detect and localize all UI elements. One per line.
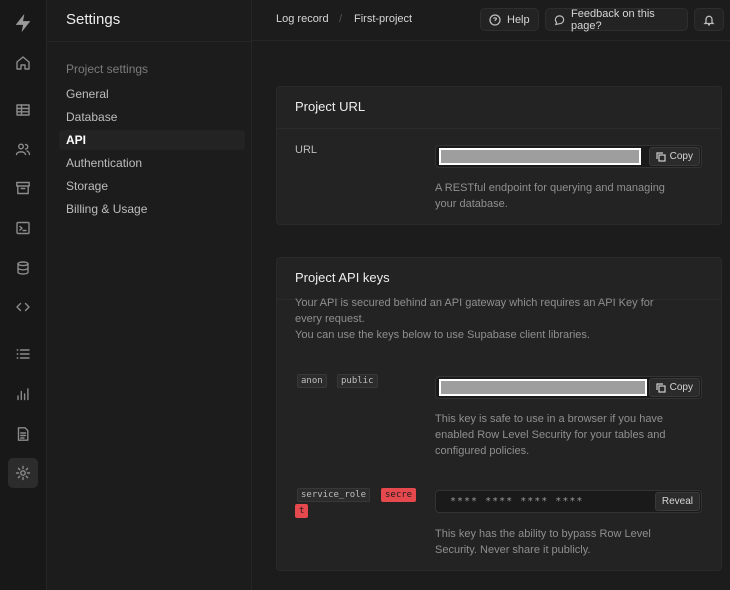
anon-help-line: configured policies. bbox=[435, 445, 530, 457]
service-role-tag: service_role bbox=[297, 488, 371, 502]
breadcrumb-first-project[interactable]: First-project bbox=[354, 13, 412, 25]
users-icon[interactable] bbox=[8, 134, 38, 164]
settings-icon[interactable] bbox=[8, 458, 38, 488]
table-editor-icon[interactable] bbox=[8, 95, 38, 125]
api-keys-heading: Project API keys bbox=[277, 258, 721, 300]
anon-help-line: This key is safe to use in a browser if … bbox=[435, 413, 664, 425]
top-bar: Log record / First-project Help Feedback… bbox=[252, 0, 730, 41]
service-role-help-text: This key has the ability to bypass Row L… bbox=[435, 526, 651, 558]
menu-item-authentication[interactable]: Authentication bbox=[66, 153, 245, 173]
logo-icon[interactable] bbox=[8, 8, 38, 38]
copy-url-button[interactable]: Copy bbox=[648, 147, 700, 166]
api-keys-desc-line: every request. bbox=[295, 313, 365, 325]
notifications-button[interactable] bbox=[694, 8, 724, 31]
menu-item-billing-usage[interactable]: Billing & Usage bbox=[66, 199, 245, 219]
logs-icon[interactable] bbox=[8, 339, 38, 369]
service-role-key-masked: **** **** **** **** bbox=[450, 496, 584, 507]
api-keys-description: Your API is secured behind an API gatewa… bbox=[295, 295, 654, 343]
menu-item-api[interactable]: API bbox=[59, 130, 245, 150]
feedback-label: Feedback on this page? bbox=[571, 7, 655, 32]
api-keys-card: Project API keys Your API is secured beh… bbox=[276, 257, 722, 571]
public-tag: public bbox=[337, 374, 378, 388]
copy-anon-key-button[interactable]: Copy bbox=[648, 378, 700, 397]
help-label: Help bbox=[507, 13, 530, 26]
menu-item-storage[interactable]: Storage bbox=[66, 176, 245, 196]
docs-icon[interactable] bbox=[8, 419, 38, 449]
menu-item-general[interactable]: General bbox=[66, 84, 245, 104]
secret-tag-wrap: t bbox=[295, 504, 309, 518]
url-help-text: A RESTful endpoint for querying and mana… bbox=[435, 180, 665, 212]
menu-group-project-settings: Project settings bbox=[66, 62, 149, 76]
anon-key-input[interactable]: Copy bbox=[435, 376, 702, 399]
api-keys-desc-line: Your API is secured behind an API gatewa… bbox=[295, 297, 654, 309]
help-icon bbox=[489, 13, 501, 26]
feedback-icon bbox=[554, 14, 565, 25]
copy-icon bbox=[656, 151, 666, 162]
copy-icon bbox=[656, 382, 666, 393]
sql-editor-icon[interactable] bbox=[8, 213, 38, 243]
reveal-label: Reveal bbox=[661, 496, 693, 507]
api-docs-icon[interactable] bbox=[8, 292, 38, 322]
project-url-card: Project URL URL Copy A RESTful endpoint … bbox=[276, 86, 722, 225]
breadcrumb-log-record[interactable]: Log record bbox=[276, 13, 329, 25]
settings-menu: Settings Project settings General Databa… bbox=[47, 0, 252, 590]
service-role-key-input[interactable]: **** **** **** **** Reveal bbox=[435, 490, 702, 513]
storage-icon[interactable] bbox=[8, 173, 38, 203]
main-content: Project URL URL Copy A RESTful endpoint … bbox=[252, 41, 730, 590]
breadcrumb-separator: / bbox=[339, 13, 343, 25]
bell-icon bbox=[703, 15, 715, 25]
database-icon[interactable] bbox=[8, 253, 38, 283]
copy-anon-key-label: Copy bbox=[669, 382, 693, 393]
service-help-line: Security. Never share it publicly. bbox=[435, 544, 591, 556]
menu-item-database[interactable]: Database bbox=[66, 107, 245, 127]
icon-rail bbox=[0, 0, 47, 590]
reveal-button[interactable]: Reveal bbox=[654, 492, 700, 511]
help-button[interactable]: Help bbox=[480, 8, 539, 31]
url-input[interactable]: Copy bbox=[435, 145, 702, 168]
api-keys-desc-line: You can use the keys below to use Supaba… bbox=[295, 329, 590, 341]
anon-tag: anon bbox=[297, 374, 327, 388]
menu-divider bbox=[47, 41, 251, 42]
secret-tag: secre bbox=[381, 488, 417, 502]
anon-help-line: enabled Row Level Security for your tabl… bbox=[435, 429, 666, 441]
anon-key-value-redacted bbox=[439, 379, 647, 396]
copy-url-label: Copy bbox=[669, 151, 693, 162]
url-help-line: your database. bbox=[435, 198, 508, 210]
settings-title: Settings bbox=[66, 11, 121, 28]
home-icon[interactable] bbox=[8, 48, 38, 78]
url-value-redacted bbox=[439, 148, 641, 165]
anon-key-help-text: This key is safe to use in a browser if … bbox=[435, 411, 666, 459]
url-label: URL bbox=[295, 144, 318, 156]
feedback-button[interactable]: Feedback on this page? bbox=[545, 7, 688, 32]
service-help-line: This key has the ability to bypass Row L… bbox=[435, 528, 651, 540]
url-help-line: A RESTful endpoint for querying and mana… bbox=[435, 182, 665, 194]
reports-icon[interactable] bbox=[8, 379, 38, 409]
project-url-heading: Project URL bbox=[277, 87, 721, 129]
